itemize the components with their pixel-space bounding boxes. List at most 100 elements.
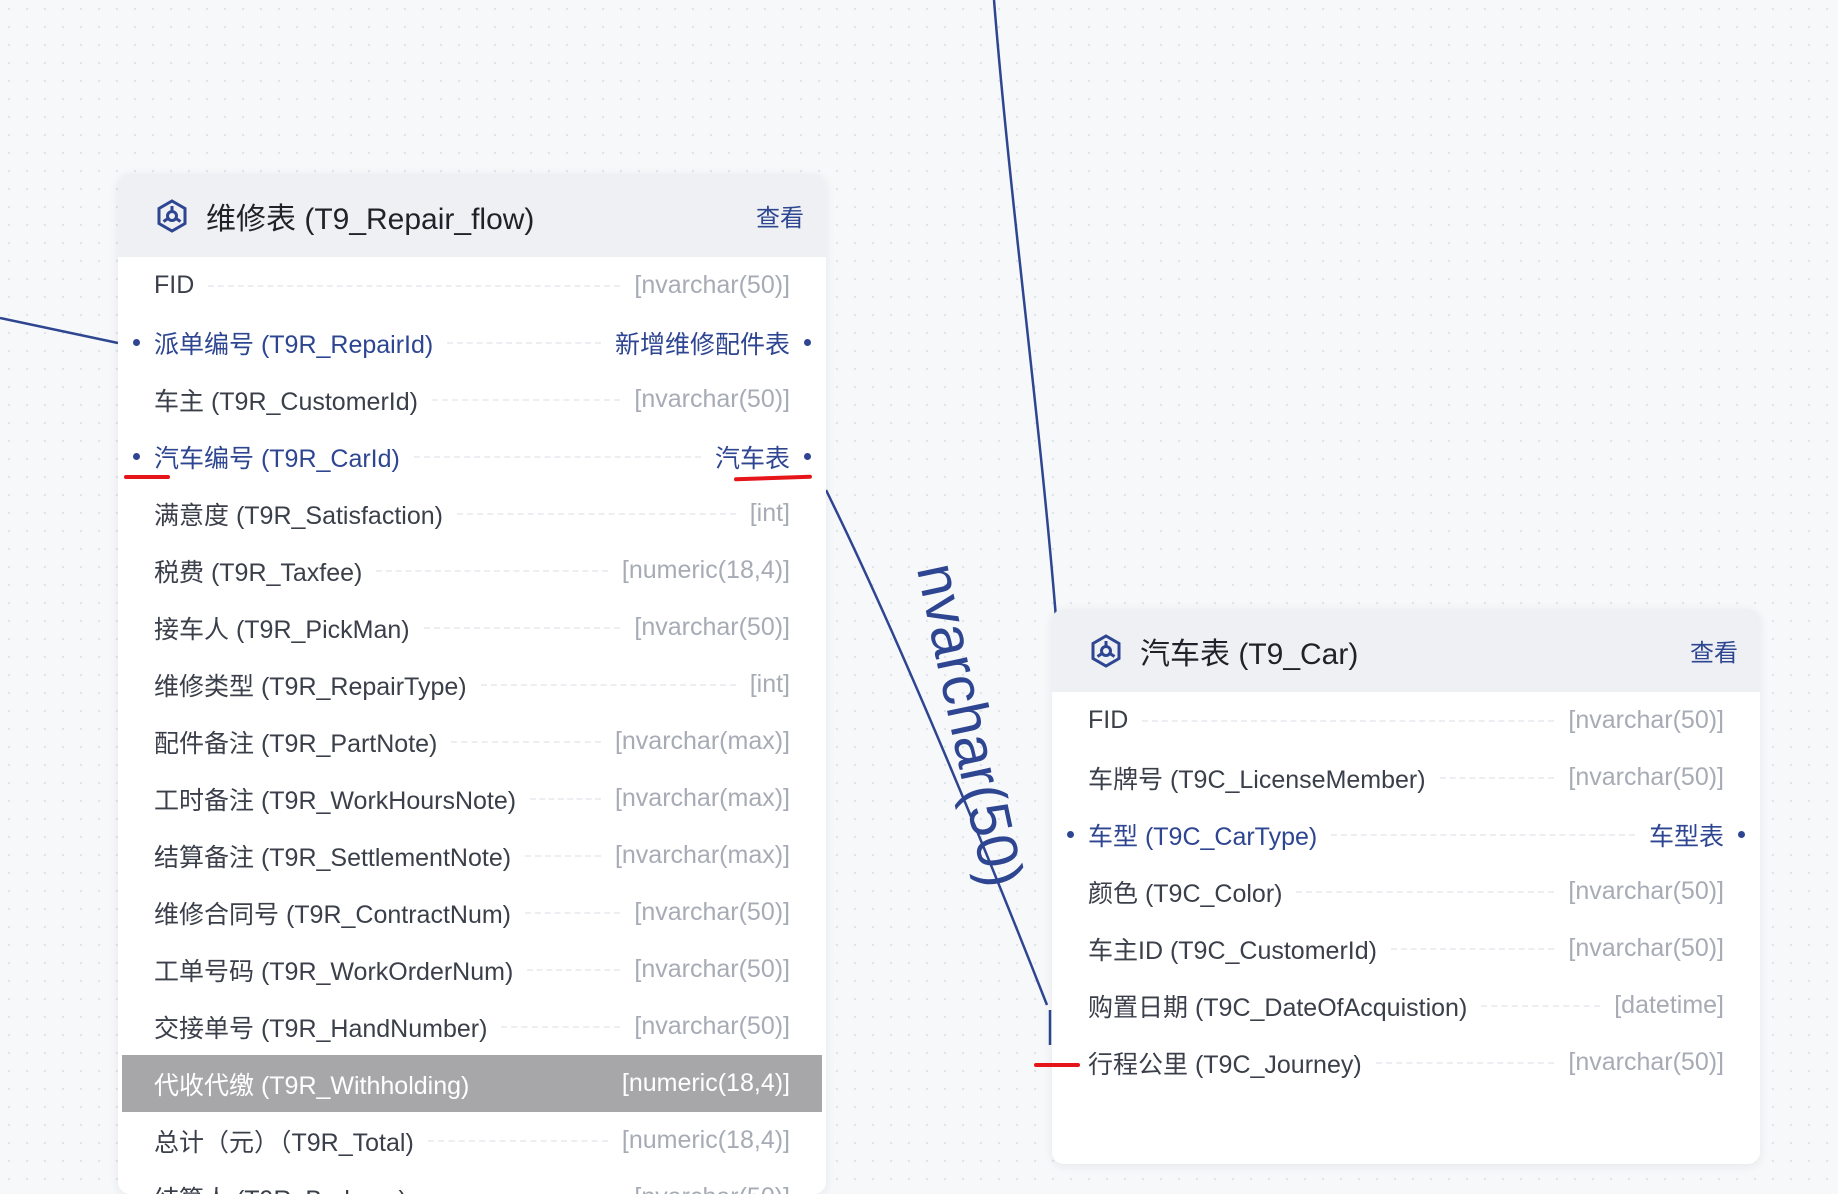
connector-dot[interactable] bbox=[133, 339, 140, 346]
dashed-leader bbox=[376, 569, 608, 572]
dashed-leader bbox=[501, 1025, 621, 1028]
field-name: FID bbox=[154, 271, 195, 299]
field-name: 维修合同号 (T9R_ContractNum) bbox=[154, 900, 511, 929]
dashed-leader bbox=[451, 740, 601, 743]
field-name: 车主ID (T9C_CustomerId) bbox=[1088, 936, 1377, 965]
field-row[interactable]: 税费 (T9R_Taxfee) [numeric(18,4)] bbox=[118, 542, 826, 599]
dashed-leader bbox=[525, 854, 601, 857]
field-row[interactable]: 交接单号 (T9R_HandNumber) [nvarchar(50)] bbox=[118, 998, 826, 1055]
field-name: 结算人 (T9R_Budman) bbox=[154, 1180, 407, 1194]
field-type: [nvarchar(50)] bbox=[634, 271, 790, 299]
repair-table-view-link[interactable]: 查看 bbox=[756, 198, 804, 233]
field-name: 代收代缴 (T9R_Withholding) bbox=[154, 1071, 470, 1100]
field-name: 汽车编号 (T9R_CarId) bbox=[154, 444, 400, 473]
field-type: [nvarchar(50)] bbox=[634, 613, 790, 641]
field-row[interactable]: 工时备注 (T9R_WorkHoursNote) [nvarchar(max)] bbox=[118, 770, 826, 827]
dashed-leader bbox=[427, 1139, 608, 1142]
field-row[interactable]: 代收代缴 (T9R_Withholding) [numeric(18,4)] bbox=[122, 1055, 822, 1112]
field-row[interactable]: 车主 (T9R_CustomerId) [nvarchar(50)] bbox=[118, 371, 826, 428]
dashed-leader bbox=[1142, 719, 1555, 722]
connector-dot[interactable] bbox=[1067, 831, 1074, 838]
field-row[interactable]: 结算人 (T9R_Budman) [nvarchar(50)] bbox=[118, 1169, 826, 1194]
field-name: 配件备注 (T9R_PartNote) bbox=[154, 729, 438, 758]
field-type: [nvarchar(50)] bbox=[1568, 763, 1724, 791]
dashed-leader bbox=[431, 398, 621, 401]
field-name: 接车人 (T9R_PickMan) bbox=[154, 615, 410, 644]
dashed-leader bbox=[413, 455, 701, 458]
related-table-link[interactable]: 车型表 bbox=[1649, 817, 1724, 853]
field-name: 交接单号 (T9R_HandNumber) bbox=[154, 1014, 488, 1043]
field-row[interactable]: FID [nvarchar(50)] bbox=[1052, 692, 1760, 749]
field-name: 总计（元）（T9R_Total) bbox=[154, 1128, 414, 1157]
field-type: [nvarchar(50)] bbox=[634, 1183, 790, 1194]
related-table-link[interactable]: 新增维修配件表 bbox=[615, 325, 790, 361]
related-table-link[interactable]: 汽车表 bbox=[715, 439, 790, 475]
car-table-header: 汽车表 (T9_Car) 查看 bbox=[1052, 609, 1760, 692]
field-name: 结算备注 (T9R_SettlementNote) bbox=[154, 843, 512, 872]
field-name: 税费 (T9R_Taxfee) bbox=[154, 558, 363, 587]
field-name: 购置日期 (T9C_DateOfAcquistion) bbox=[1088, 993, 1468, 1022]
field-name: 满意度 (T9R_Satisfaction) bbox=[154, 501, 443, 530]
edge-left-to-repair bbox=[0, 316, 119, 345]
field-row[interactable]: 颜色 (T9C_Color) [nvarchar(50)] bbox=[1052, 863, 1760, 920]
annotation-mark-journey bbox=[1034, 1063, 1080, 1067]
car-field-list: FID [nvarchar(50)] 车牌号 (T9C_LicenseMember)… bbox=[1052, 692, 1760, 1091]
dashed-leader bbox=[1481, 1004, 1601, 1007]
relation-field-row[interactable]: 汽车编号 (T9R_CarId) 汽车表 bbox=[118, 428, 826, 485]
table-icon bbox=[1091, 633, 1121, 668]
relation-field-row[interactable]: 派单编号 (T9R_RepairId) 新增维修配件表 bbox=[118, 314, 826, 371]
annotation-underline-carid bbox=[124, 475, 170, 479]
dashed-leader bbox=[527, 968, 621, 971]
field-row[interactable]: 总计（元）（T9R_Total) [numeric(18,4)] bbox=[118, 1112, 826, 1169]
car-table-title: 汽车表 (T9_Car) bbox=[1140, 637, 1359, 671]
repair-field-list: FID [nvarchar(50)] 派单编号 (T9R_RepairId) 新增维修… bbox=[118, 257, 826, 1194]
field-row[interactable]: 维修合同号 (T9R_ContractNum) [nvarchar(50)] bbox=[118, 884, 826, 941]
field-name: 行程公里 (T9C_Journey) bbox=[1088, 1050, 1362, 1079]
field-name: 车主 (T9R_CustomerId) bbox=[154, 387, 418, 416]
repair-table-title: 维修表 (T9_Repair_flow) bbox=[206, 202, 535, 236]
field-row[interactable]: 车主ID (T9C_CustomerId) [nvarchar(50)] bbox=[1052, 920, 1760, 977]
field-row[interactable]: 车牌号 (T9C_LicenseMember) [nvarchar(50)] bbox=[1052, 749, 1760, 806]
field-row[interactable]: 购置日期 (T9C_DateOfAcquistion) [datetime] bbox=[1052, 977, 1760, 1034]
dashed-leader bbox=[483, 1083, 608, 1085]
dashed-leader bbox=[456, 512, 736, 515]
field-row[interactable]: FID [nvarchar(50)] bbox=[118, 257, 826, 314]
field-row[interactable]: 配件备注 (T9R_PartNote) [nvarchar(max)] bbox=[118, 713, 826, 770]
connector-dot[interactable] bbox=[804, 339, 811, 346]
field-type: [nvarchar(50)] bbox=[634, 385, 790, 413]
field-type: [nvarchar(max)] bbox=[614, 727, 790, 755]
field-row[interactable]: 结算备注 (T9R_SettlementNote) [nvarchar(max)] bbox=[118, 827, 826, 884]
field-type: [nvarchar(max)] bbox=[614, 784, 790, 812]
repair-table-card[interactable]: 维修表 (T9_Repair_flow) 查看 FID [nvarchar(50)… bbox=[118, 174, 826, 1194]
dashed-leader bbox=[1390, 947, 1555, 950]
relation-field-row[interactable]: 车型 (T9C_CarType) 车型表 bbox=[1052, 806, 1760, 863]
field-row[interactable]: 满意度 (T9R_Satisfaction) [int] bbox=[118, 485, 826, 542]
field-name: 颜色 (T9C_Color) bbox=[1088, 879, 1283, 908]
connector-dot[interactable] bbox=[1738, 831, 1745, 838]
field-name: 车型 (T9C_CarType) bbox=[1088, 822, 1318, 851]
field-name: 派单编号 (T9R_RepairId) bbox=[154, 330, 434, 359]
dashed-leader bbox=[423, 626, 621, 629]
connector-dot[interactable] bbox=[133, 453, 140, 460]
field-row[interactable]: 维修类型 (T9R_RepairType) [int] bbox=[118, 656, 826, 713]
dashed-leader bbox=[530, 797, 601, 800]
repair-table-header: 维修表 (T9_Repair_flow) 查看 bbox=[118, 174, 826, 257]
field-type: [numeric(18,4)] bbox=[621, 1069, 790, 1097]
field-name: FID bbox=[1088, 706, 1129, 734]
dashed-leader bbox=[208, 284, 621, 287]
dashed-leader bbox=[1331, 833, 1635, 836]
table-icon bbox=[157, 198, 187, 233]
field-type: [nvarchar(50)] bbox=[1568, 1048, 1724, 1076]
dashed-leader bbox=[1296, 890, 1555, 893]
dashed-leader bbox=[480, 683, 736, 686]
field-row[interactable]: 行程公里 (T9C_Journey) [nvarchar(50)] bbox=[1052, 1034, 1760, 1091]
connector-dot[interactable] bbox=[804, 453, 811, 460]
field-type: [int] bbox=[749, 499, 790, 527]
car-table-view-link[interactable]: 查看 bbox=[1690, 633, 1738, 668]
field-type: [nvarchar(50)] bbox=[1568, 706, 1724, 734]
field-row[interactable]: 工单号码 (T9R_WorkOrderNum) [nvarchar(50)] bbox=[118, 941, 826, 998]
dashed-leader bbox=[1439, 776, 1555, 779]
field-row[interactable]: 接车人 (T9R_PickMan) [nvarchar(50)] bbox=[118, 599, 826, 656]
car-table-card[interactable]: 汽车表 (T9_Car) 查看 FID [nvarchar(50)] 车牌号 (T9… bbox=[1052, 609, 1760, 1164]
field-type: [nvarchar(max)] bbox=[614, 841, 790, 869]
